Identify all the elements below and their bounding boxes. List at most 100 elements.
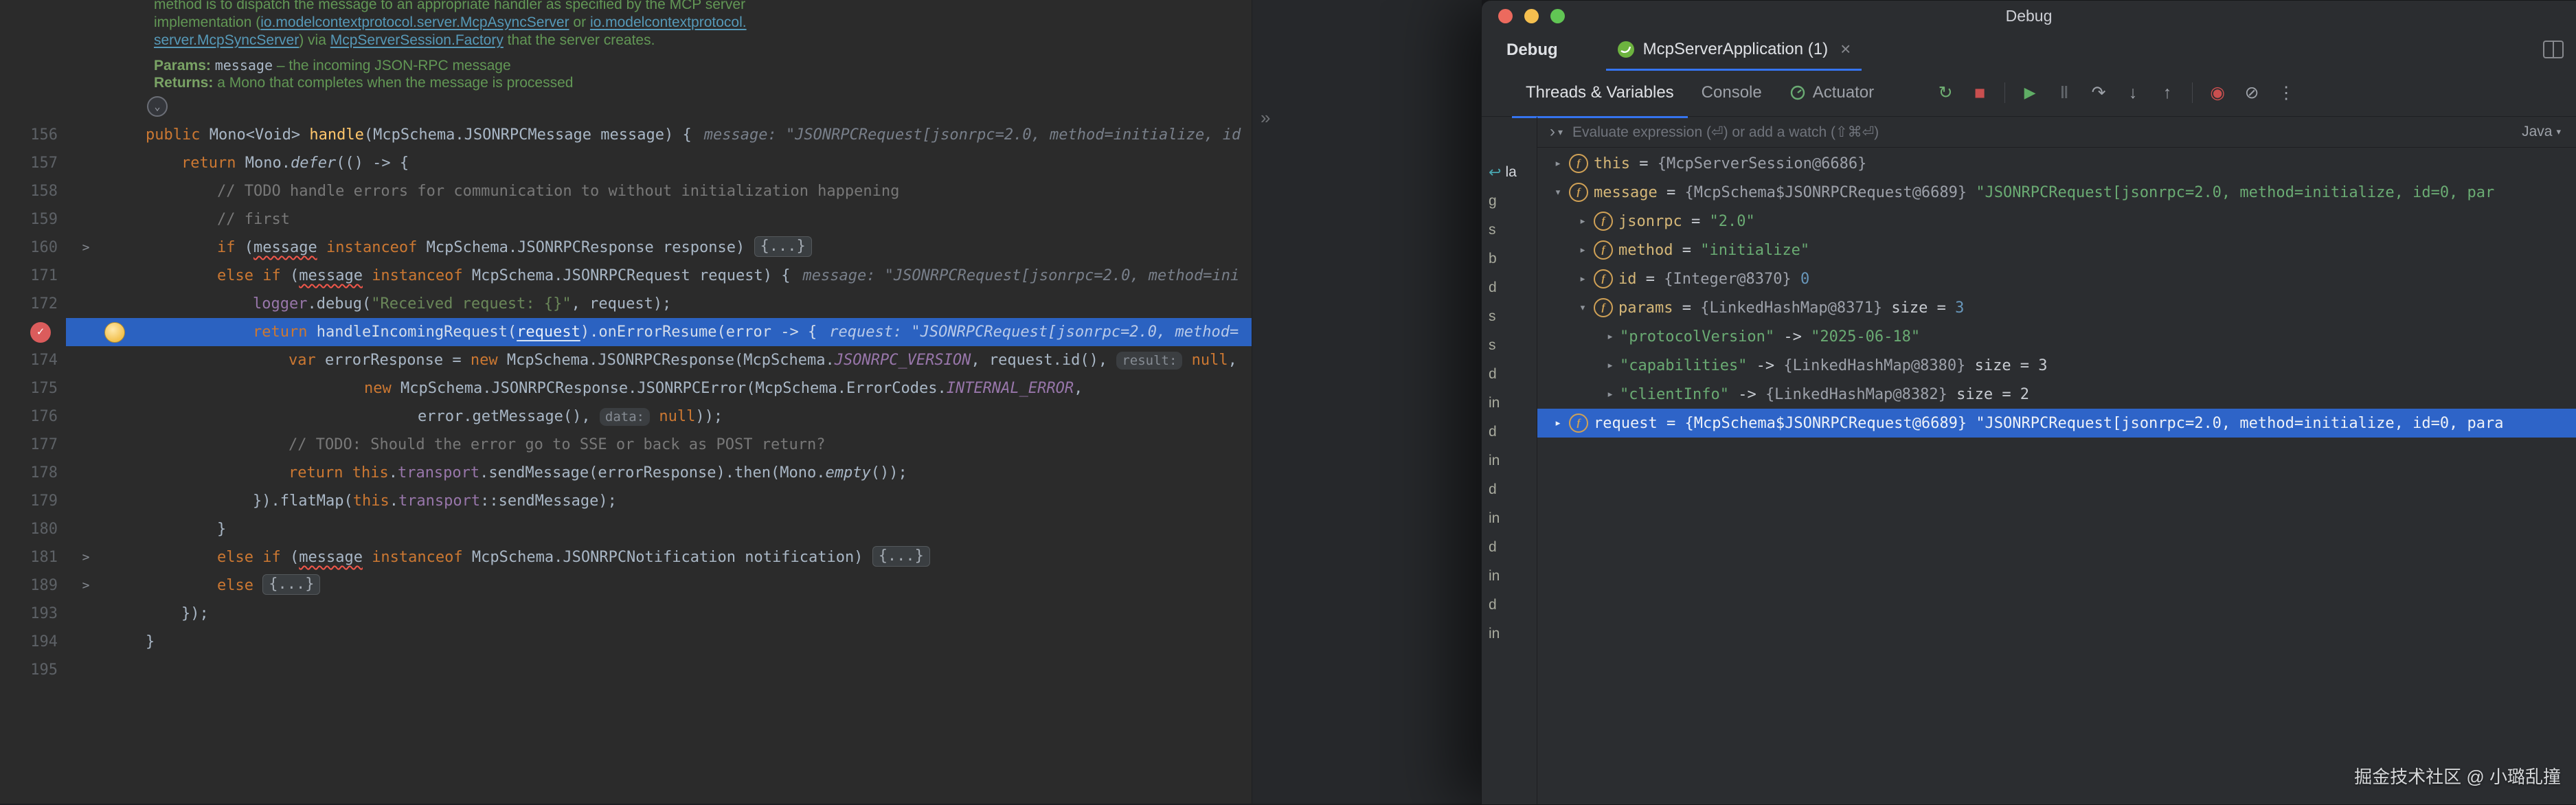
- line-number[interactable]: 189: [0, 571, 58, 600]
- stack-frame-row[interactable]: d: [1482, 418, 1537, 446]
- step-into-button[interactable]: ↓: [2119, 79, 2147, 106]
- close-tab-icon[interactable]: ×: [1840, 38, 1851, 60]
- fold-arrow-icon[interactable]: >: [73, 543, 99, 571]
- more-button[interactable]: ⋮: [2272, 79, 2300, 106]
- session-tab[interactable]: McpServerApplication (1) ×: [1606, 30, 1862, 71]
- variable-row[interactable]: ▸"capabilities" -> {LinkedHashMap@8380} …: [1537, 351, 2576, 380]
- stack-frame-row[interactable]: d: [1482, 475, 1537, 504]
- code-line[interactable]: 180}: [0, 515, 1252, 543]
- line-number[interactable]: 175: [0, 374, 58, 402]
- stack-frame-row[interactable]: in: [1482, 389, 1537, 418]
- stack-frame-row[interactable]: ↩la: [1482, 158, 1537, 187]
- stack-frame-row[interactable]: d: [1482, 533, 1537, 562]
- variable-row[interactable]: ▸"clientInfo" -> {LinkedHashMap@8382} si…: [1537, 380, 2576, 409]
- line-number[interactable]: 177: [0, 431, 58, 459]
- frames-pane[interactable]: ↩lagsbdssdindindindindin: [1482, 117, 1537, 804]
- step-out-button[interactable]: ↑: [2154, 79, 2181, 106]
- line-number[interactable]: 194: [0, 628, 58, 656]
- code-line[interactable]: 157return Mono.defer(() -> {: [0, 149, 1252, 177]
- doc-link[interactable]: io.modelcontextprotocol.: [590, 14, 747, 30]
- line-number[interactable]: 158: [0, 177, 58, 205]
- pause-button[interactable]: ‖: [2050, 79, 2078, 106]
- folded-block[interactable]: {...}: [262, 574, 320, 595]
- chevron-collapsed-icon[interactable]: ▸: [1548, 416, 1568, 430]
- mute-breakpoints-button[interactable]: ⊘: [2238, 79, 2266, 106]
- doc-link[interactable]: io.modelcontextprotocol.server.McpAsyncS…: [260, 14, 569, 30]
- tab-threads-variables[interactable]: Threads & Variables: [1512, 69, 1688, 118]
- fold-arrow-icon[interactable]: >: [73, 571, 99, 600]
- folded-block[interactable]: {...}: [754, 236, 812, 257]
- rerun-button[interactable]: ↻: [1932, 79, 1959, 106]
- code-line[interactable]: 189>else {...}: [0, 571, 1252, 600]
- line-number[interactable]: 160: [0, 234, 58, 262]
- language-selector[interactable]: Java ▾: [2522, 124, 2561, 140]
- stack-frame-row[interactable]: s: [1482, 302, 1537, 331]
- line-number[interactable]: 171: [0, 262, 58, 290]
- line-number[interactable]: 156: [0, 121, 58, 149]
- variable-row[interactable]: ▾fparams = {LinkedHashMap@8371} size = 3: [1537, 293, 2576, 322]
- line-number[interactable]: 179: [0, 487, 58, 515]
- variable-row[interactable]: ▾fmessage = {McpSchema$JSONRPCRequest@66…: [1537, 178, 2576, 207]
- code-line[interactable]: 156public Mono<Void> handle(McpSchema.JS…: [0, 121, 1252, 149]
- doc-link[interactable]: server.McpSyncServer: [154, 32, 299, 48]
- variable-row[interactable]: ▸fthis = {McpServerSession@6686}: [1537, 149, 2576, 178]
- variable-row[interactable]: ▸frequest = {McpSchema$JSONRPCRequest@66…: [1537, 409, 2576, 438]
- tab-console[interactable]: Console: [1688, 69, 1776, 118]
- stack-frame-row[interactable]: d: [1482, 591, 1537, 620]
- code-line[interactable]: 174var errorResponse = new McpSchema.JSO…: [0, 346, 1252, 374]
- chevrons-icon[interactable]: »: [1261, 107, 1268, 128]
- history-chevron-icon[interactable]: ▾: [1558, 126, 1563, 138]
- evaluate-placeholder[interactable]: Evaluate expression (⏎) or add a watch (…: [1572, 124, 2522, 141]
- evaluate-expression-bar[interactable]: › ▾ Evaluate expression (⏎) or add a wat…: [1537, 117, 2576, 148]
- chevron-collapsed-icon[interactable]: ▸: [1548, 157, 1568, 170]
- chevron-collapsed-icon[interactable]: ▸: [1601, 359, 1620, 372]
- chevron-collapsed-icon[interactable]: ▸: [1601, 387, 1620, 401]
- variable-row[interactable]: ▸fid = {Integer@8370} 0: [1537, 264, 2576, 293]
- chevron-collapsed-icon[interactable]: ▸: [1601, 330, 1620, 343]
- view-breakpoints-button[interactable]: ◉: [2204, 79, 2231, 106]
- code-line[interactable]: 181>else if (message instanceof McpSchem…: [0, 543, 1252, 571]
- stack-frame-row[interactable]: d: [1482, 360, 1537, 389]
- code-editor[interactable]: method is to dispatch the message to an …: [0, 0, 1252, 804]
- stack-frame-row[interactable]: d: [1482, 273, 1537, 302]
- step-over-button[interactable]: ↷: [2085, 79, 2112, 106]
- code-line[interactable]: 158// TODO handle errors for communicati…: [0, 177, 1252, 205]
- doc-link[interactable]: McpServerSession.Factory: [330, 32, 504, 48]
- window-titlebar[interactable]: Debug: [1482, 1, 2576, 31]
- fold-arrow-icon[interactable]: >: [73, 234, 99, 262]
- stack-frame-row[interactable]: in: [1482, 504, 1537, 533]
- line-number[interactable]: 178: [0, 459, 58, 487]
- chevron-collapsed-icon[interactable]: ▸: [1573, 272, 1592, 286]
- line-number[interactable]: 157: [0, 149, 58, 177]
- stack-frame-row[interactable]: in: [1482, 562, 1537, 591]
- breakpoint-icon[interactable]: ✓: [30, 322, 51, 343]
- stack-frame-row[interactable]: s: [1482, 331, 1537, 360]
- code-line[interactable]: 175new McpSchema.JSONRPCResponse.JSONRPC…: [0, 374, 1252, 402]
- intention-bulb-icon[interactable]: [104, 322, 125, 343]
- stack-frame-row[interactable]: in: [1482, 446, 1537, 475]
- chevron-collapsed-icon[interactable]: ▸: [1573, 214, 1592, 228]
- line-number[interactable]: 195: [0, 656, 58, 684]
- variable-row[interactable]: ▸fmethod = "initialize": [1537, 236, 2576, 264]
- code-line[interactable]: 178return this.transport.sendMessage(err…: [0, 459, 1252, 487]
- tab-actuator[interactable]: Actuator: [1776, 69, 1888, 118]
- code-line[interactable]: 179}).flatMap(this.transport::sendMessag…: [0, 487, 1252, 515]
- code-line[interactable]: 160>if (message instanceof McpSchema.JSO…: [0, 234, 1252, 262]
- line-number[interactable]: 159: [0, 205, 58, 234]
- line-number[interactable]: 176: [0, 402, 58, 431]
- resume-button[interactable]: ▶: [2016, 79, 2044, 106]
- stack-frame-row[interactable]: in: [1482, 620, 1537, 648]
- chevron-collapsed-icon[interactable]: ▸: [1573, 243, 1592, 257]
- stack-frame-row[interactable]: g: [1482, 187, 1537, 216]
- variable-row[interactable]: ▸"protocolVersion" -> "2025-06-18": [1537, 322, 2576, 351]
- folded-block[interactable]: {...}: [872, 546, 930, 567]
- variable-row[interactable]: ▸fjsonrpc = "2.0": [1537, 207, 2576, 236]
- line-number[interactable]: 180: [0, 515, 58, 543]
- line-number[interactable]: 193: [0, 600, 58, 628]
- window-layout-icon[interactable]: [2543, 41, 2564, 58]
- code-line[interactable]: 159// first: [0, 205, 1252, 234]
- chevron-expanded-icon[interactable]: ▾: [1548, 185, 1568, 199]
- code-line[interactable]: 177// TODO: Should the error go to SSE o…: [0, 431, 1252, 459]
- stop-button[interactable]: ■: [1966, 79, 1993, 106]
- stack-frame-row[interactable]: s: [1482, 216, 1537, 245]
